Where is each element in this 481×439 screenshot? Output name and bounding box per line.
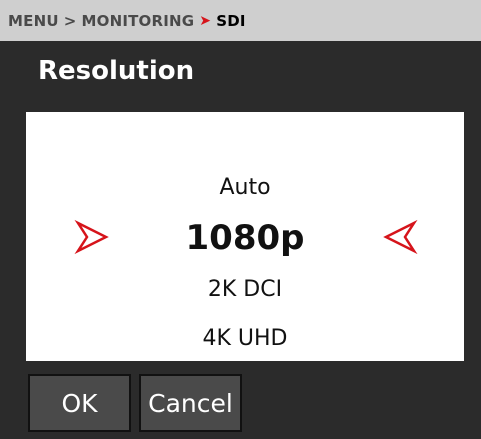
page-title: Resolution: [38, 56, 195, 86]
resolution-selector-panel: Auto 1080p 2K DCI 4K UHD: [26, 112, 464, 361]
arrow-right-icon[interactable]: [382, 219, 418, 255]
cancel-button[interactable]: Cancel: [139, 374, 242, 432]
breadcrumb: MENU > MONITORING ➤ SDI: [0, 0, 481, 41]
ok-button[interactable]: OK: [28, 374, 131, 432]
breadcrumb-current-marker-icon: ➤: [199, 12, 212, 29]
option-4k-uhd[interactable]: 4K UHD: [26, 326, 464, 351]
option-auto[interactable]: Auto: [26, 175, 464, 200]
breadcrumb-sdi: SDI: [216, 11, 246, 30]
breadcrumb-menu[interactable]: MENU: [8, 12, 59, 30]
breadcrumb-separator-icon: >: [63, 11, 77, 30]
breadcrumb-monitoring[interactable]: MONITORING: [82, 12, 195, 30]
option-2k-dci[interactable]: 2K DCI: [26, 277, 464, 302]
